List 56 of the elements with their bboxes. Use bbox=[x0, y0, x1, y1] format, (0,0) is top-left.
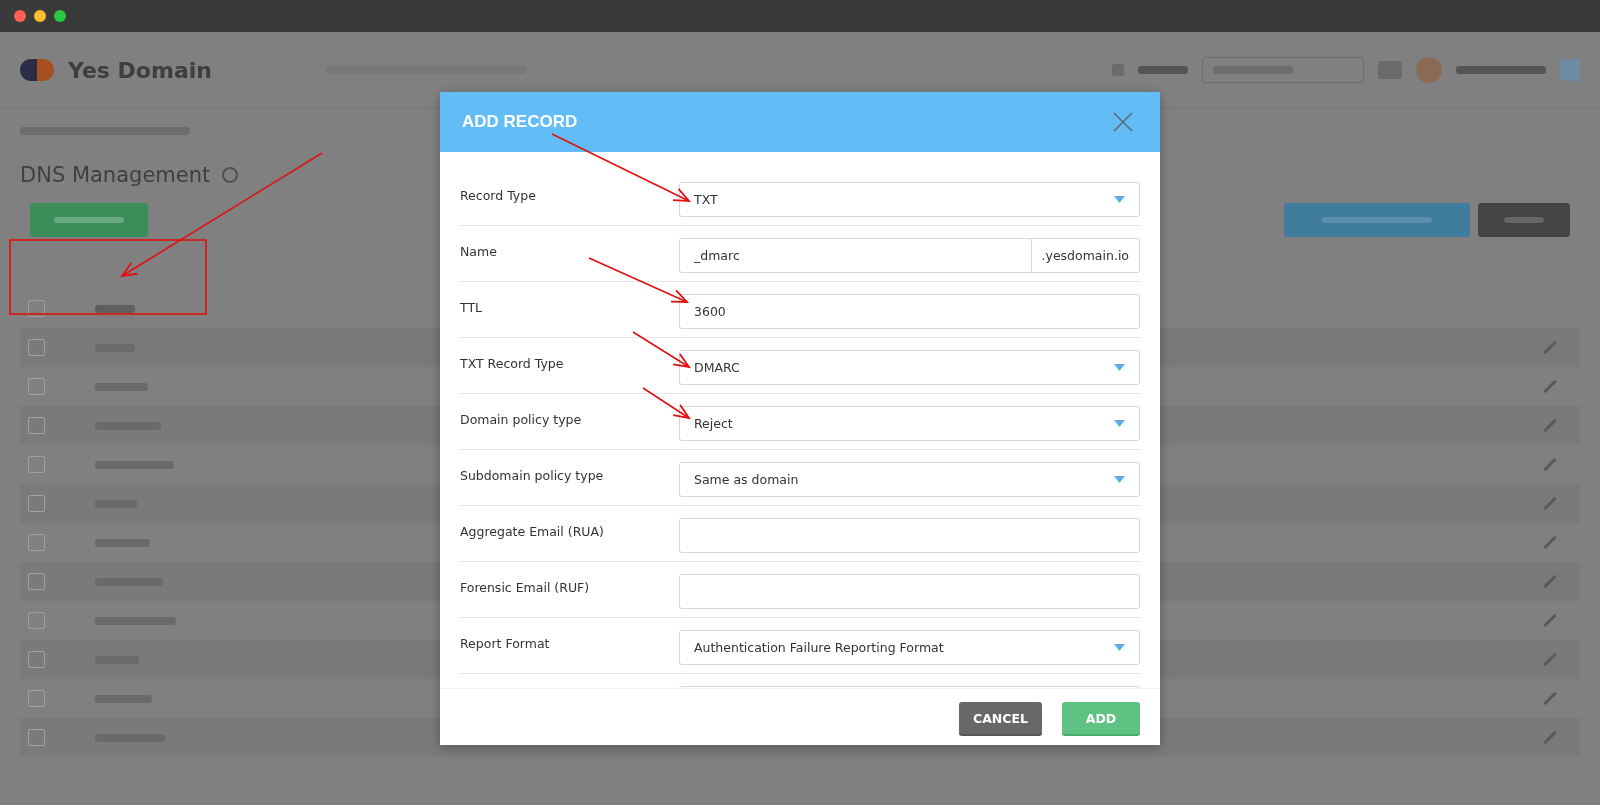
caret-icon bbox=[1114, 196, 1125, 203]
row-checkbox[interactable] bbox=[28, 495, 45, 512]
menu-icon[interactable] bbox=[1560, 59, 1580, 81]
cancel-button[interactable]: CANCEL bbox=[959, 702, 1042, 736]
brand-name: Yes Domain bbox=[68, 57, 212, 83]
field-label: Subdomain policy type bbox=[460, 467, 605, 483]
back-button[interactable] bbox=[1478, 203, 1570, 237]
field-label: Forensic Email (RUF) bbox=[460, 579, 591, 595]
select-field[interactable]: Same as domain bbox=[679, 462, 1140, 497]
field-label: Report Format bbox=[460, 635, 551, 651]
row-checkbox[interactable] bbox=[28, 573, 45, 590]
close-button[interactable] bbox=[1112, 111, 1134, 133]
caret-icon bbox=[1114, 364, 1125, 371]
input-field[interactable] bbox=[679, 518, 1140, 553]
info-icon[interactable] bbox=[222, 167, 239, 183]
caret-icon bbox=[1114, 420, 1125, 427]
add-record-button[interactable] bbox=[30, 203, 148, 237]
window-close-control[interactable] bbox=[14, 10, 26, 22]
blurred-text bbox=[54, 217, 124, 223]
blurred-text bbox=[1504, 217, 1544, 223]
ttl-button[interactable] bbox=[1284, 203, 1470, 237]
select-field[interactable]: TXT bbox=[679, 182, 1140, 217]
annotation-arrow bbox=[642, 387, 691, 420]
blurred-text bbox=[1138, 66, 1188, 74]
page-title: DNS Management bbox=[20, 163, 211, 187]
row-checkbox[interactable] bbox=[28, 339, 45, 356]
input-field[interactable]: 3600 bbox=[679, 294, 1140, 329]
row-checkbox[interactable] bbox=[28, 378, 45, 395]
field-label: TXT Record Type bbox=[460, 355, 565, 371]
logo-icon bbox=[20, 59, 54, 81]
row-checkbox[interactable] bbox=[28, 456, 45, 473]
window-zoom-control[interactable] bbox=[54, 10, 66, 22]
field-label: TTL bbox=[460, 299, 483, 315]
domain-suffix: .yesdomain.io bbox=[1031, 238, 1140, 273]
header-checkbox[interactable] bbox=[28, 300, 45, 317]
select-field[interactable]: Reject bbox=[679, 406, 1140, 441]
row-checkbox[interactable] bbox=[28, 690, 45, 707]
field-label: Name bbox=[460, 243, 498, 259]
row-checkbox[interactable] bbox=[28, 417, 45, 434]
row-checkbox[interactable] bbox=[28, 612, 45, 629]
dialog-title: ADD RECORD bbox=[462, 112, 578, 132]
field-label: Domain policy type bbox=[460, 411, 583, 427]
row-checkbox[interactable] bbox=[28, 534, 45, 551]
input-field[interactable] bbox=[679, 574, 1140, 609]
annotation-arrow bbox=[632, 331, 691, 369]
field-label: Aggregate Email (RUA) bbox=[460, 523, 605, 539]
window-minimize-control[interactable] bbox=[34, 10, 46, 22]
select-field[interactable]: Authentication Failure Reporting Format bbox=[679, 630, 1140, 665]
field-label: Record Type bbox=[460, 187, 537, 203]
user-avatar[interactable] bbox=[1416, 57, 1442, 83]
blurred-text bbox=[95, 304, 135, 313]
row-checkbox[interactable] bbox=[28, 651, 45, 668]
input-field[interactable]: _dmarc bbox=[679, 238, 1032, 273]
row-checkbox[interactable] bbox=[28, 729, 45, 746]
select-field[interactable]: DMARC bbox=[679, 350, 1140, 385]
caret-icon bbox=[1114, 644, 1125, 651]
